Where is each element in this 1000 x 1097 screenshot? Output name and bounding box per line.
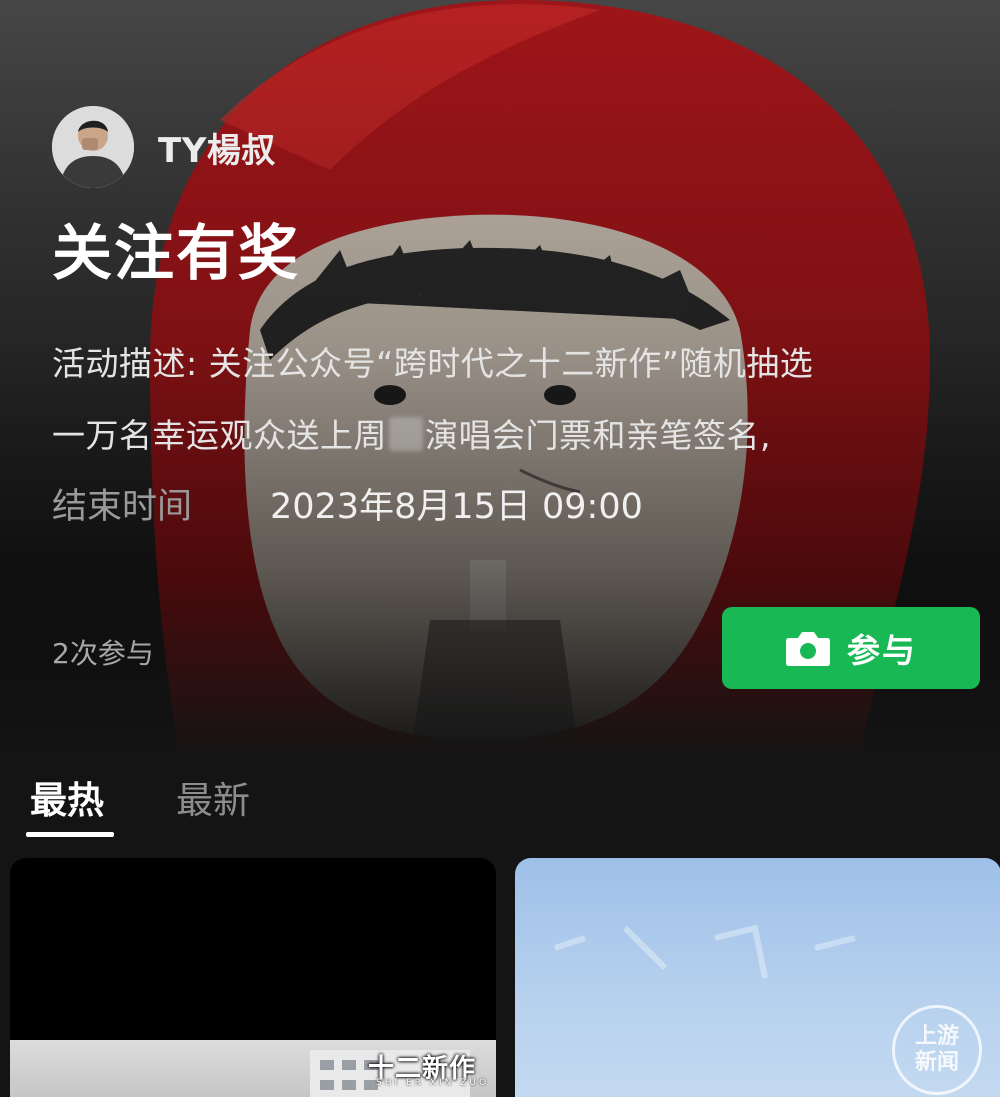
author-avatar[interactable] (52, 106, 134, 188)
watermark-line-2: 新闻 (914, 1050, 959, 1075)
description-line-1: 活动描述: 关注公众号“跨时代之十二新作”随机抽选 (52, 344, 814, 383)
tab-newest[interactable]: 最新 (176, 770, 250, 824)
end-time-value: 2023年8月15日 09:00 (270, 487, 643, 527)
join-button-label: 参与 (847, 631, 917, 670)
avatar-image (52, 106, 134, 188)
tab-hottest[interactable]: 最热 (30, 770, 104, 824)
watermark-line-1: 上游 (914, 1024, 959, 1049)
activity-description: 活动描述: 关注公众号“跨时代之十二新作”随机抽选 一万名幸运观众送上周 演唱会门… (52, 328, 952, 472)
post-card-left[interactable]: 十二新作 SHI ER XIN ZUO (10, 858, 496, 1097)
description-line-2-start: 一万名幸运观众送上周 (52, 416, 387, 455)
author-name[interactable]: TY楊叔 (158, 123, 276, 172)
brand-logo-subtext: SHI ER XIN ZUO (376, 1078, 490, 1088)
description-line-2: 一万名幸运观众送上周 演唱会门票和亲笔签名, (52, 400, 952, 472)
sort-tabs: 最热 最新 (0, 760, 1000, 850)
camera-icon (786, 632, 830, 666)
end-time-row: 结束时间 2023年8月15日 09:00 (52, 478, 643, 529)
active-tab-indicator (26, 832, 114, 837)
activity-title: 关注有奖 (52, 219, 300, 289)
description-line-2-end: 演唱会门票和亲笔签名, (425, 416, 771, 455)
watermark-logo: 上游 新闻 (892, 1005, 982, 1095)
author-row[interactable]: TY楊叔 (52, 106, 276, 188)
join-button[interactable]: 参与 (722, 607, 980, 689)
end-time-label: 结束时间 (52, 487, 193, 527)
redacted-name-blur (389, 417, 423, 451)
participant-count: 2次参与 (52, 637, 154, 670)
